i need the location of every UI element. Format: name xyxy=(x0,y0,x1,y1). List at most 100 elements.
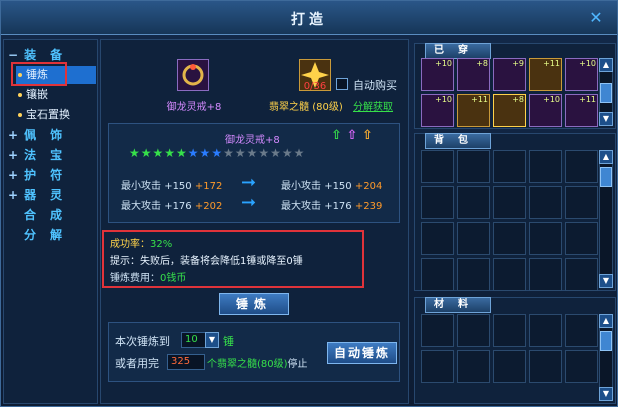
nav-group-synthesis[interactable]: 合成 xyxy=(24,206,76,223)
bag-slot[interactable] xyxy=(457,150,490,183)
expand-icon[interactable]: + xyxy=(8,168,18,182)
bag-slot[interactable] xyxy=(421,258,454,291)
nav-group-spirit[interactable]: + 器灵 xyxy=(8,186,76,203)
equipped-item-slot[interactable]: +8 xyxy=(457,58,490,91)
equipped-scrollbar[interactable]: ▲ ▼ xyxy=(599,58,613,126)
bag-slot[interactable] xyxy=(457,258,490,291)
forge-button[interactable]: 锤炼 xyxy=(219,293,289,315)
close-icon[interactable]: ✕ xyxy=(585,7,607,29)
equipped-item-slot[interactable]: +8 xyxy=(493,94,526,127)
equipped-item-slot[interactable]: +10 xyxy=(565,58,598,91)
bag-slot[interactable] xyxy=(493,150,526,183)
bag-slot[interactable] xyxy=(529,186,562,219)
bag-slot[interactable] xyxy=(565,186,598,219)
scroll-up-icon[interactable]: ▲ xyxy=(599,58,613,72)
nav-item-gem-swap[interactable]: 宝石置换 xyxy=(16,106,96,124)
material-bag-slot[interactable] xyxy=(421,350,454,383)
tab-materials[interactable]: 材料 xyxy=(425,297,491,313)
equipment-slot[interactable] xyxy=(177,59,209,91)
equipped-item-slot[interactable]: +11 xyxy=(565,94,598,127)
equipped-grid: +10 +8 +9 +11 +10 +10 +11 +8 +10 +11 xyxy=(421,58,598,127)
bag-slot[interactable] xyxy=(421,222,454,255)
arrow-up-purple-icon: ⇧ xyxy=(346,128,358,143)
bag-slot[interactable] xyxy=(529,258,562,291)
bag-slot[interactable] xyxy=(565,222,598,255)
window-title: 打造 xyxy=(291,12,327,28)
scroll-thumb[interactable] xyxy=(600,167,612,187)
expand-icon[interactable]: + xyxy=(8,148,18,162)
material-bag-slot[interactable] xyxy=(529,350,562,383)
tab-equipped[interactable]: 已穿 xyxy=(425,43,491,59)
material-use-desc: 个翡翠之髓(80级)停止 xyxy=(207,359,308,370)
use-up-label: 或者用完 xyxy=(115,357,159,370)
materials-grid xyxy=(421,314,598,383)
material-bag-slot[interactable] xyxy=(421,314,454,347)
tab-bag[interactable]: 背包 xyxy=(425,133,491,149)
scroll-up-icon[interactable]: ▲ xyxy=(599,150,613,164)
equipped-item-slot[interactable]: +10 xyxy=(421,94,454,127)
equipment-name: 御龙灵戒+8 xyxy=(166,102,222,113)
scroll-thumb[interactable] xyxy=(600,83,612,103)
min-attack-current: 最小攻击 +150 +172 xyxy=(121,181,223,192)
nav-group-amulet[interactable]: + 护符 xyxy=(8,166,76,183)
collapse-icon[interactable]: − xyxy=(8,48,18,62)
bag-panel: 背包 ▲ ▼ xyxy=(414,133,616,291)
equipped-item-slot[interactable]: +11 xyxy=(529,58,562,91)
bag-slot[interactable] xyxy=(493,186,526,219)
nav-group-treasure[interactable]: + 法宝 xyxy=(8,146,76,163)
auto-forge-button[interactable]: 自动锤炼 xyxy=(327,342,397,364)
equipped-item-slot[interactable]: +10 xyxy=(421,58,454,91)
nav-group-decompose[interactable]: 分解 xyxy=(24,226,76,243)
equipped-item-slot[interactable]: +11 xyxy=(457,94,490,127)
auto-buy-label: 自动购买 xyxy=(353,79,397,92)
bag-slot[interactable] xyxy=(493,222,526,255)
bag-slot[interactable] xyxy=(565,258,598,291)
expand-icon[interactable]: + xyxy=(8,188,18,202)
bag-scrollbar[interactable]: ▲ ▼ xyxy=(599,150,613,288)
nav-group-accessory[interactable]: + 佩饰 xyxy=(8,126,76,143)
auto-buy-checkbox[interactable] xyxy=(336,78,348,90)
dropdown-arrow-icon[interactable]: ▼ xyxy=(205,332,219,348)
arrow-up-orange-icon: ⇧ xyxy=(361,128,373,143)
upgrade-arrows: ⇧ ⇧ ⇧ xyxy=(331,128,373,143)
bag-slot[interactable] xyxy=(529,150,562,183)
decompose-link[interactable]: 分解获取 xyxy=(353,98,393,113)
forge-to-label: 本次锤炼到 xyxy=(115,335,170,348)
nav-item-inlay[interactable]: 镶嵌 xyxy=(16,86,96,104)
scroll-thumb[interactable] xyxy=(600,331,612,351)
bag-slot[interactable] xyxy=(529,222,562,255)
max-attack-current: 最大攻击 +176 +202 xyxy=(121,201,223,212)
bag-slot[interactable] xyxy=(421,150,454,183)
hammer-unit: 锤 xyxy=(223,335,234,348)
bullet-icon xyxy=(18,113,22,117)
nav-group-equipment[interactable]: − 装备 xyxy=(8,46,76,63)
scroll-up-icon[interactable]: ▲ xyxy=(599,314,613,328)
material-label: 翡翠之髓 (80级) xyxy=(269,102,343,113)
bag-slot[interactable] xyxy=(457,186,490,219)
material-count: 0/36 xyxy=(303,81,327,92)
material-bag-slot[interactable] xyxy=(565,350,598,383)
bag-slot[interactable] xyxy=(421,186,454,219)
info-item-name: 御龙灵戒+8 xyxy=(225,135,280,146)
equipped-item-slot[interactable]: +10 xyxy=(529,94,562,127)
equipped-item-slot[interactable]: +9 xyxy=(493,58,526,91)
material-bag-slot[interactable] xyxy=(457,314,490,347)
material-use-input[interactable]: 325 xyxy=(167,354,205,370)
materials-scrollbar[interactable]: ▲ ▼ xyxy=(599,314,613,401)
scroll-down-icon[interactable]: ▼ xyxy=(599,112,613,126)
material-bag-slot[interactable] xyxy=(493,350,526,383)
bag-slot[interactable] xyxy=(493,258,526,291)
material-bag-slot[interactable] xyxy=(565,314,598,347)
nav-highlight-box xyxy=(11,62,67,86)
expand-icon[interactable]: + xyxy=(8,128,18,142)
forge-window: 打造 ✕ − 装备 锤炼 镶嵌 宝石置换 + 佩饰 + 法宝 + 护符 + 器灵 合成 分… xyxy=(0,0,618,407)
material-bag-slot[interactable] xyxy=(457,350,490,383)
material-bag-slot[interactable] xyxy=(529,314,562,347)
scroll-down-icon[interactable]: ▼ xyxy=(599,387,613,401)
bag-slot[interactable] xyxy=(457,222,490,255)
material-bag-slot[interactable] xyxy=(493,314,526,347)
bag-slot[interactable] xyxy=(565,150,598,183)
forge-notice-box: 成功率：32% 提示：失败后，装备将会降低1锤或降至0锤 锤炼费用：0钱币 xyxy=(102,230,364,288)
arrow-right-icon: ➞ xyxy=(241,172,257,193)
scroll-down-icon[interactable]: ▼ xyxy=(599,274,613,288)
